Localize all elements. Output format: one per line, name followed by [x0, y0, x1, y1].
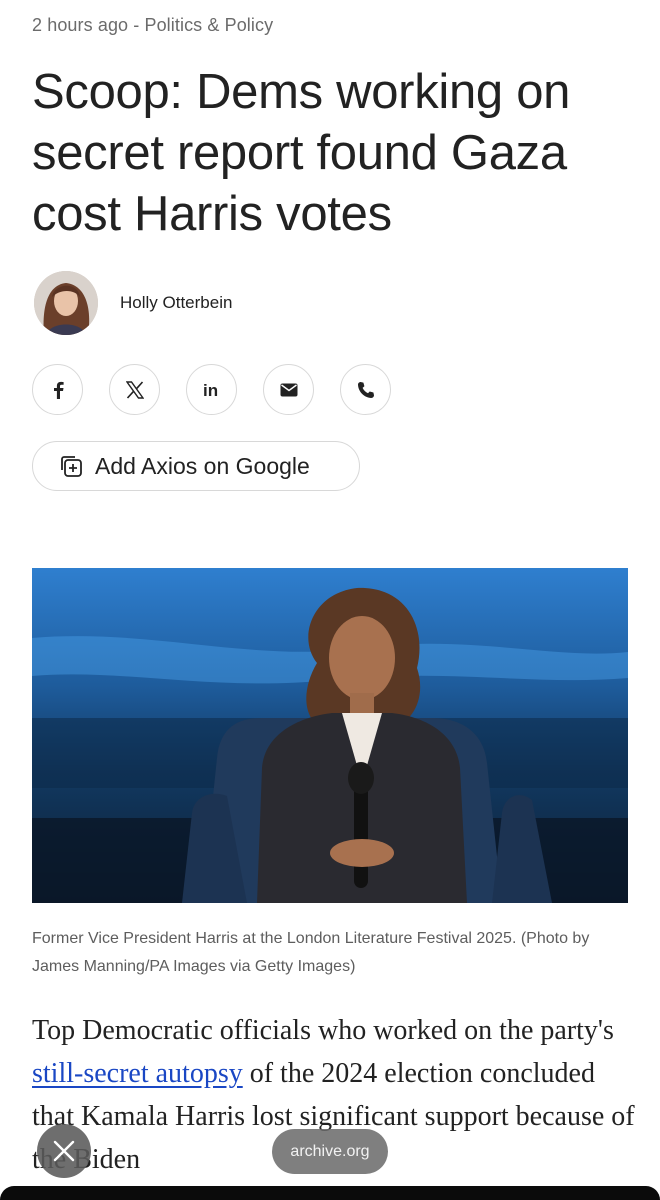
close-icon: [53, 1140, 75, 1162]
share-linkedin-button[interactable]: in: [186, 364, 237, 415]
phone-icon: [357, 381, 374, 398]
add-axios-on-google-button[interactable]: Add Axios on Google: [32, 441, 360, 491]
add-axios-on-google-label: Add Axios on Google: [95, 452, 310, 479]
author-avatar[interactable]: [34, 271, 98, 335]
author-name[interactable]: Holly Otterbein: [120, 293, 232, 313]
email-icon: [280, 383, 297, 396]
share-facebook-button[interactable]: [32, 364, 83, 415]
share-buttons: in: [32, 364, 391, 415]
article-headline: Scoop: Dems working on secret report fou…: [32, 65, 571, 241]
svg-text:in: in: [203, 381, 218, 399]
autopsy-link[interactable]: still-secret autopsy: [32, 1058, 243, 1089]
byline: Holly Otterbein: [34, 271, 232, 335]
share-email-button[interactable]: [263, 364, 314, 415]
share-phone-button[interactable]: [340, 364, 391, 415]
bottom-sheet-edge: [0, 1186, 660, 1200]
photo-caption: Former Vice President Harris at the Lond…: [32, 930, 590, 975]
body-text-part: Top Democratic officials who worked on t…: [32, 1015, 614, 1046]
article-meta: 2 hours ago - Politics & Policy: [32, 15, 274, 35]
archive-org-button[interactable]: archive.org: [272, 1129, 388, 1174]
article-photo: [32, 568, 628, 903]
linkedin-icon: in: [203, 381, 218, 399]
facebook-icon: [53, 381, 64, 399]
add-to-library-icon: [61, 456, 82, 477]
share-x-button[interactable]: [109, 364, 160, 415]
x-icon: [125, 380, 144, 399]
close-overlay-button[interactable]: [37, 1124, 91, 1178]
